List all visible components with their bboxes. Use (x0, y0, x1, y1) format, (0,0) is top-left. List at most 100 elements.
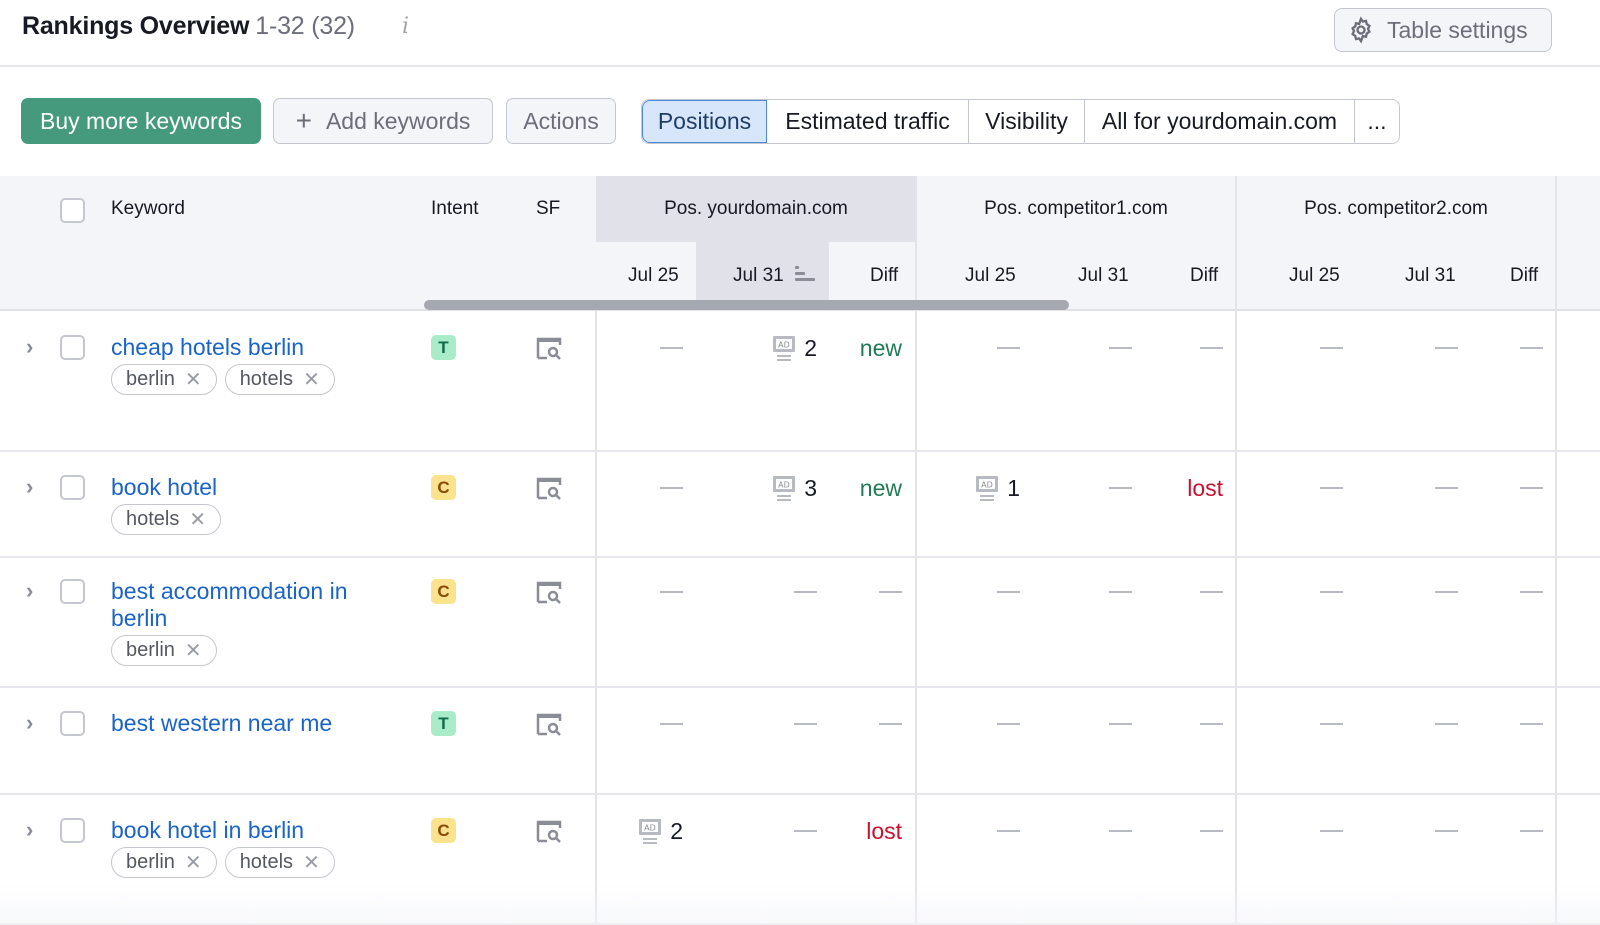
add-keywords-label: Add keywords (325, 107, 471, 134)
intent-badge-t[interactable]: T (431, 335, 456, 360)
table-settings-button[interactable]: Table settings (1334, 8, 1552, 52)
column-yourdomain-diff[interactable]: Diff (870, 265, 898, 287)
column-competitor2-jul31[interactable]: Jul 31 (1405, 265, 1456, 287)
no-data-dash (1320, 487, 1343, 489)
no-data-dash (1520, 347, 1543, 349)
position-cell (997, 578, 1020, 606)
position-cell (1320, 817, 1343, 845)
column-competitor1-jul31[interactable]: Jul 31 (1078, 265, 1129, 287)
remove-tag-icon[interactable]: ✕ (303, 850, 320, 875)
tab-positions[interactable]: Positions (642, 100, 767, 143)
serp-features-icon[interactable] (536, 712, 562, 736)
column-competitor2-jul25[interactable]: Jul 25 (1289, 265, 1340, 287)
intent-badge-c[interactable]: C (431, 475, 456, 500)
lost-status: lost (866, 817, 902, 844)
intent-badge-c[interactable]: C (431, 579, 456, 604)
tab-visibility[interactable]: Visibility (969, 100, 1085, 143)
no-data-dash (1435, 723, 1458, 725)
position-cell (997, 710, 1020, 738)
row-checkbox[interactable] (60, 475, 85, 500)
tag-list: hotels ✕ (111, 504, 222, 535)
view-switcher: Positions Estimated traffic Visibility A… (641, 99, 1400, 144)
position-cell: AD 2 (772, 334, 817, 362)
no-data-dash (1200, 591, 1223, 593)
column-yourdomain-jul31[interactable]: Jul 31 (733, 265, 784, 287)
position-cell (1109, 710, 1132, 738)
no-data-dash (660, 723, 683, 725)
tag-label: berlin (126, 851, 175, 873)
remove-tag-icon[interactable]: ✕ (189, 507, 206, 532)
select-all-checkbox[interactable] (60, 198, 85, 223)
column-intent[interactable]: Intent (431, 198, 479, 220)
position-cell (1109, 334, 1132, 362)
expand-row-chevron-icon[interactable]: › (26, 578, 33, 604)
row-checkbox[interactable] (60, 579, 85, 604)
row-checkbox[interactable] (60, 818, 85, 843)
row-checkbox[interactable] (60, 335, 85, 360)
keyword-tag: berlin ✕ (111, 364, 217, 395)
position-cell (1435, 710, 1458, 738)
horizontal-scrollbar[interactable] (424, 300, 1069, 310)
tag-label: hotels (126, 508, 180, 530)
column-competitor1-diff[interactable]: Diff (1190, 265, 1218, 287)
tab-more[interactable]: ... (1355, 100, 1399, 143)
position-cell (879, 710, 902, 738)
info-icon[interactable]: i (402, 14, 409, 39)
plus-icon: + (295, 105, 312, 136)
no-data-dash (1320, 830, 1343, 832)
column-competitor2-diff[interactable]: Diff (1510, 265, 1538, 287)
tab-all-for-domain[interactable]: All for yourdomain.com (1085, 100, 1355, 143)
no-data-dash (794, 591, 817, 593)
intent-badge-c[interactable]: C (431, 818, 456, 843)
no-data-dash (1109, 830, 1132, 832)
expand-row-chevron-icon[interactable]: › (26, 474, 33, 500)
remove-tag-icon[interactable]: ✕ (185, 850, 202, 875)
serp-features-icon[interactable] (536, 336, 562, 360)
row-checkbox[interactable] (60, 711, 85, 736)
expand-row-chevron-icon[interactable]: › (26, 710, 33, 736)
keyword-link[interactable]: book hotel (111, 474, 381, 501)
remove-tag-icon[interactable]: ✕ (185, 367, 202, 392)
keyword-link[interactable]: book hotel in berlin (111, 817, 381, 844)
no-data-dash (1320, 347, 1343, 349)
table-settings-label: Table settings (1387, 16, 1528, 43)
serp-features-icon[interactable] (536, 819, 562, 843)
no-data-dash (1109, 347, 1132, 349)
no-data-dash (997, 347, 1020, 349)
position-cell (1200, 710, 1223, 738)
position-cell (794, 578, 817, 606)
keyword-link[interactable]: best western near me (111, 710, 381, 737)
keyword-link[interactable]: cheap hotels berlin (111, 334, 381, 361)
page-title: Rankings Overview 1-32 (32) (22, 12, 355, 41)
column-sf[interactable]: SF (536, 198, 560, 220)
tag-label: hotels (239, 368, 294, 390)
column-yourdomain-jul25[interactable]: Jul 25 (628, 265, 679, 287)
sort-icon[interactable] (795, 266, 815, 282)
group-competitor2: Pos. competitor2.com (1304, 198, 1488, 219)
position-cell: lost (1187, 474, 1223, 502)
page-header: Rankings Overview 1-32 (32) i Table setti… (0, 0, 1600, 67)
no-data-dash (1200, 830, 1223, 832)
position-value: 3 (804, 474, 817, 501)
keyword-link[interactable]: best accommodation in berlin (111, 578, 381, 632)
column-competitor1-jul25[interactable]: Jul 25 (965, 265, 1016, 287)
position-cell (1109, 474, 1132, 502)
expand-row-chevron-icon[interactable]: › (26, 334, 33, 360)
group-yourdomain: Pos. yourdomain.com (664, 198, 848, 219)
column-keyword[interactable]: Keyword (111, 198, 185, 220)
remove-tag-icon[interactable]: ✕ (303, 367, 320, 392)
buy-more-keywords-button[interactable]: Buy more keywords (21, 98, 261, 144)
remove-tag-icon[interactable]: ✕ (185, 638, 202, 663)
intent-badge-t[interactable]: T (431, 711, 456, 736)
serp-features-icon[interactable] (536, 476, 562, 500)
position-cell (1520, 334, 1543, 362)
ad-icon: AD (975, 475, 999, 501)
position-cell (997, 817, 1020, 845)
actions-button[interactable]: Actions (506, 98, 616, 144)
serp-features-icon[interactable] (536, 580, 562, 604)
tab-estimated-traffic[interactable]: Estimated traffic (767, 100, 969, 143)
position-value: 2 (804, 334, 817, 361)
no-data-dash (1520, 723, 1543, 725)
add-keywords-button[interactable]: + Add keywords (273, 98, 493, 144)
expand-row-chevron-icon[interactable]: › (26, 817, 33, 843)
